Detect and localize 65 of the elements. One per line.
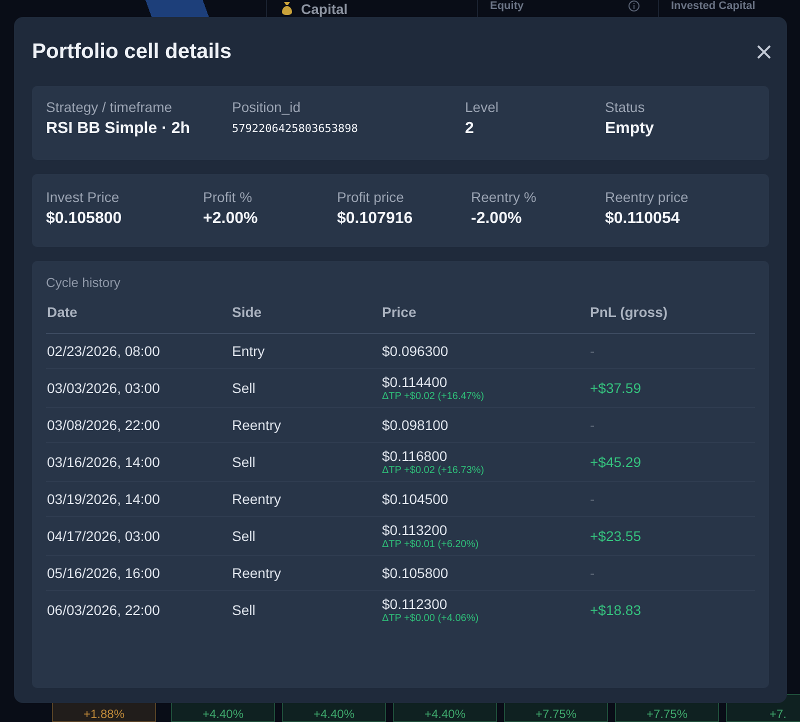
side-cell-text: Sell: [232, 454, 256, 470]
price-cell-text: $0.104500: [382, 491, 450, 507]
side-cell-text: Reentry: [232, 417, 282, 433]
price-cell-text: $0.098100: [382, 417, 450, 433]
field-label: Reentry %: [471, 189, 538, 205]
pnl-cell-text: +$45.29: [590, 454, 642, 470]
pnl-cell-text: +$23.55: [590, 528, 642, 544]
field-value: $0.110054: [605, 210, 681, 228]
date-cell-text: 03/03/2026, 03:00: [47, 380, 161, 396]
tp-delta-note: ΔTP +$0.02 (+16.73%): [382, 465, 486, 476]
tp-delta-note: ΔTP +$0.00 (+4.06%): [382, 613, 480, 624]
field-label: Invest Price: [46, 189, 120, 205]
side-cell-text: Reentry: [232, 491, 282, 507]
side-cell-text: Entry: [232, 343, 266, 359]
price-cell-text: $0.096300: [382, 343, 450, 359]
date-cell-text: 05/16/2026, 16:00: [47, 565, 161, 581]
section-title: Cycle history: [46, 275, 122, 290]
pnl-cell-text: +$37.59: [590, 380, 642, 396]
tp-delta-note: ΔTP +$0.02 (+16.47%): [382, 391, 486, 402]
field-label: Level: [465, 99, 500, 115]
tp-delta-note: ΔTP +$0.01 (+6.20%): [382, 539, 480, 550]
field-value: Empty: [605, 120, 655, 138]
column-header: Price: [382, 304, 418, 320]
side-cell-text: Reentry: [232, 565, 282, 581]
field-value: $0.105800: [46, 210, 123, 228]
price-cell-text: $0.112300: [382, 596, 448, 612]
field-value: RSI BB Simple · 2h: [46, 120, 192, 138]
side-cell-text: Sell: [232, 528, 256, 544]
side-cell-text: Sell: [232, 380, 256, 396]
field-value: 5792206425803653898: [232, 122, 359, 135]
price-cell-text: $0.113200: [382, 522, 448, 538]
field-value: $0.107916: [337, 210, 414, 228]
card-title: Invested Capital: [671, 0, 756, 12]
money-bag-icon: [279, 0, 295, 16]
pnl-cell-text: -: [590, 565, 596, 581]
pnl-cell-text: -: [590, 417, 596, 433]
dialog-title: Portfolio cell details: [32, 40, 232, 64]
pnl-cell-text: +$18.83: [590, 602, 642, 618]
date-cell-text: 03/19/2026, 14:00: [47, 491, 161, 507]
field-label: Status: [605, 99, 646, 115]
date-cell-text: 03/16/2026, 14:00: [47, 454, 161, 470]
field-label: Profit price: [337, 189, 405, 205]
pnl-cell-text: -: [590, 491, 596, 507]
pnl-cell-text: -: [590, 343, 596, 359]
field-value: -2.00%: [471, 210, 523, 228]
date-cell-text: 03/08/2026, 22:00: [47, 417, 161, 433]
info-icon[interactable]: [628, 0, 640, 12]
price-cell-text: $0.105800: [382, 565, 450, 581]
date-cell-text: 02/23/2026, 08:00: [47, 343, 161, 359]
price-cell-text: $0.114400: [382, 374, 448, 390]
column-header: PnL (gross): [590, 304, 669, 320]
field-label: Position_id: [232, 99, 302, 115]
field-label: Reentry price: [605, 189, 690, 205]
column-header: Side: [232, 304, 263, 320]
field-label: Profit %: [203, 189, 254, 205]
field-label: Strategy / timeframe: [46, 99, 174, 115]
price-cell-text: $0.116800: [382, 448, 448, 464]
date-cell-text: 04/17/2026, 03:00: [47, 528, 161, 544]
field-value: +2.00%: [203, 210, 259, 228]
card-title: Equity: [490, 0, 524, 12]
card-title: Capital: [301, 1, 348, 17]
field-value: 2: [465, 120, 475, 138]
column-header: Date: [47, 304, 78, 320]
side-cell-text: Sell: [232, 602, 256, 618]
date-cell-text: 06/03/2026, 22:00: [47, 602, 161, 618]
